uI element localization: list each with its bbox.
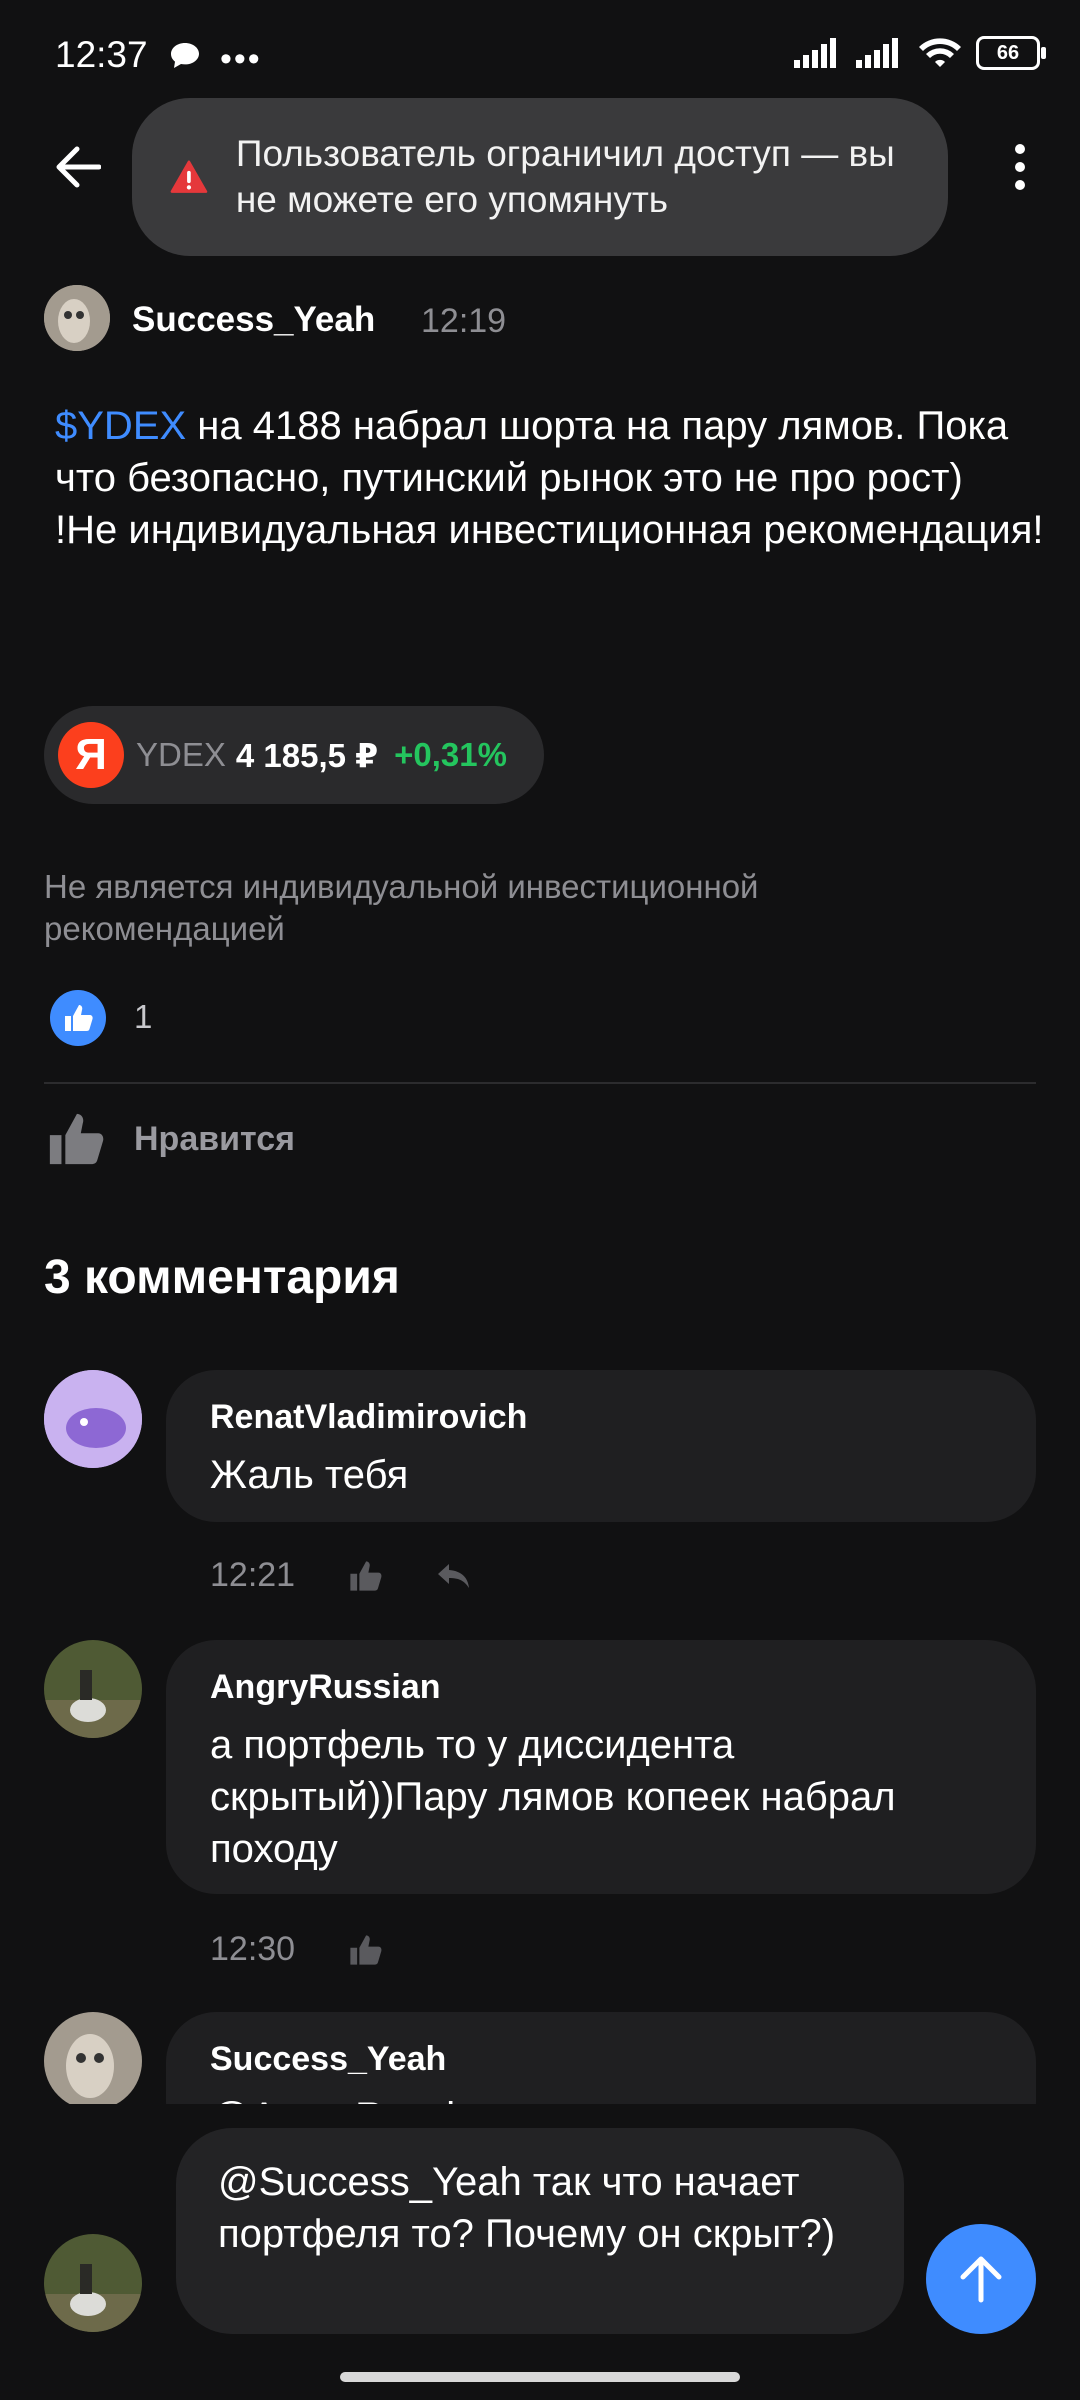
more-notifications-icon: ••• [220, 40, 262, 78]
commenter-avatar[interactable] [44, 1640, 142, 1738]
comment-time: 12:21 [210, 1556, 296, 1594]
arrow-left-icon [56, 146, 101, 188]
comment-author[interactable]: RenatVladimirovich [210, 1398, 992, 1437]
warning-icon [170, 160, 208, 193]
signal-icon [856, 38, 898, 68]
status-time: 12:37 [55, 34, 148, 75]
battery-icon: 66 [976, 36, 1046, 70]
home-indicator[interactable] [340, 2372, 740, 2382]
yandex-logo-icon: Я [58, 722, 124, 788]
comment-input[interactable]: @Success_Yeah так что начает портфеля то… [176, 2128, 904, 2334]
chip-change: +0,31% [394, 736, 507, 773]
toast-text: Пользователь ограничил доступ — вы не мо… [235, 133, 895, 220]
post-body: на 4188 набрал шорта на пару лямов. Пока… [55, 404, 1044, 552]
disclaimer-text: Не является индивидуальной инвестиционно… [44, 868, 759, 947]
chip-price: 4 185,5 ₽ [235, 736, 379, 774]
more-vertical-icon [1015, 144, 1025, 190]
comment-author[interactable]: AngryRussian [210, 1668, 992, 1707]
comment-author[interactable]: Success_Yeah [210, 2040, 992, 2079]
author-avatar[interactable] [44, 285, 110, 351]
ticker-chip[interactable]: Я YDEX 4 185,5 ₽ +0,31% [44, 706, 544, 804]
more-options-button[interactable] [985, 130, 1055, 204]
like-reaction-icon[interactable] [50, 990, 106, 1046]
commenter-avatar[interactable] [44, 1370, 142, 1468]
likes-count: 1 [134, 998, 153, 1035]
comment-text: Жаль тебя [210, 1453, 409, 1497]
comment-bubble[interactable]: RenatVladimirovich Жаль тебя [166, 1370, 1036, 1522]
reply-icon[interactable] [435, 1560, 473, 1592]
signal-icon [794, 38, 836, 68]
status-icons: 66 [794, 36, 1046, 70]
back-button[interactable] [40, 130, 114, 204]
comment-text: а портфель то у диссидента скрытый))Пару… [210, 1723, 896, 1871]
thumbs-up-icon[interactable] [347, 1559, 383, 1593]
comment-time: 12:30 [210, 1930, 296, 1968]
post-author-name[interactable]: Success_Yeah [132, 300, 375, 340]
commenter-avatar[interactable] [44, 2012, 142, 2110]
like-button-label: Нравится [134, 1119, 295, 1158]
thumbs-up-icon[interactable] [347, 1933, 383, 1967]
comment-bubble[interactable]: AngryRussian а портфель то у диссидента … [166, 1640, 1036, 1894]
post-time: 12:19 [421, 302, 507, 340]
divider [44, 1082, 1036, 1084]
comments-title: 3 комментария [44, 1251, 400, 1304]
comment-meta: 12:30 [210, 1930, 383, 1969]
ticker-link[interactable]: $YDEX [55, 404, 186, 448]
like-button[interactable]: Нравится [44, 1110, 295, 1168]
chat-notification-icon [168, 40, 202, 77]
chip-ticker: YDEX [136, 736, 226, 773]
wifi-icon [919, 38, 961, 67]
post-text: $YDEX на 4188 набрал шорта на пару лямов… [55, 400, 1045, 556]
restriction-toast: Пользователь ограничил доступ — вы не мо… [132, 98, 948, 256]
my-avatar [44, 2234, 142, 2332]
arrow-up-icon [960, 2256, 1002, 2303]
thumbs-up-icon [49, 1113, 104, 1165]
comment-meta: 12:21 [210, 1556, 473, 1595]
send-button[interactable] [926, 2224, 1036, 2334]
